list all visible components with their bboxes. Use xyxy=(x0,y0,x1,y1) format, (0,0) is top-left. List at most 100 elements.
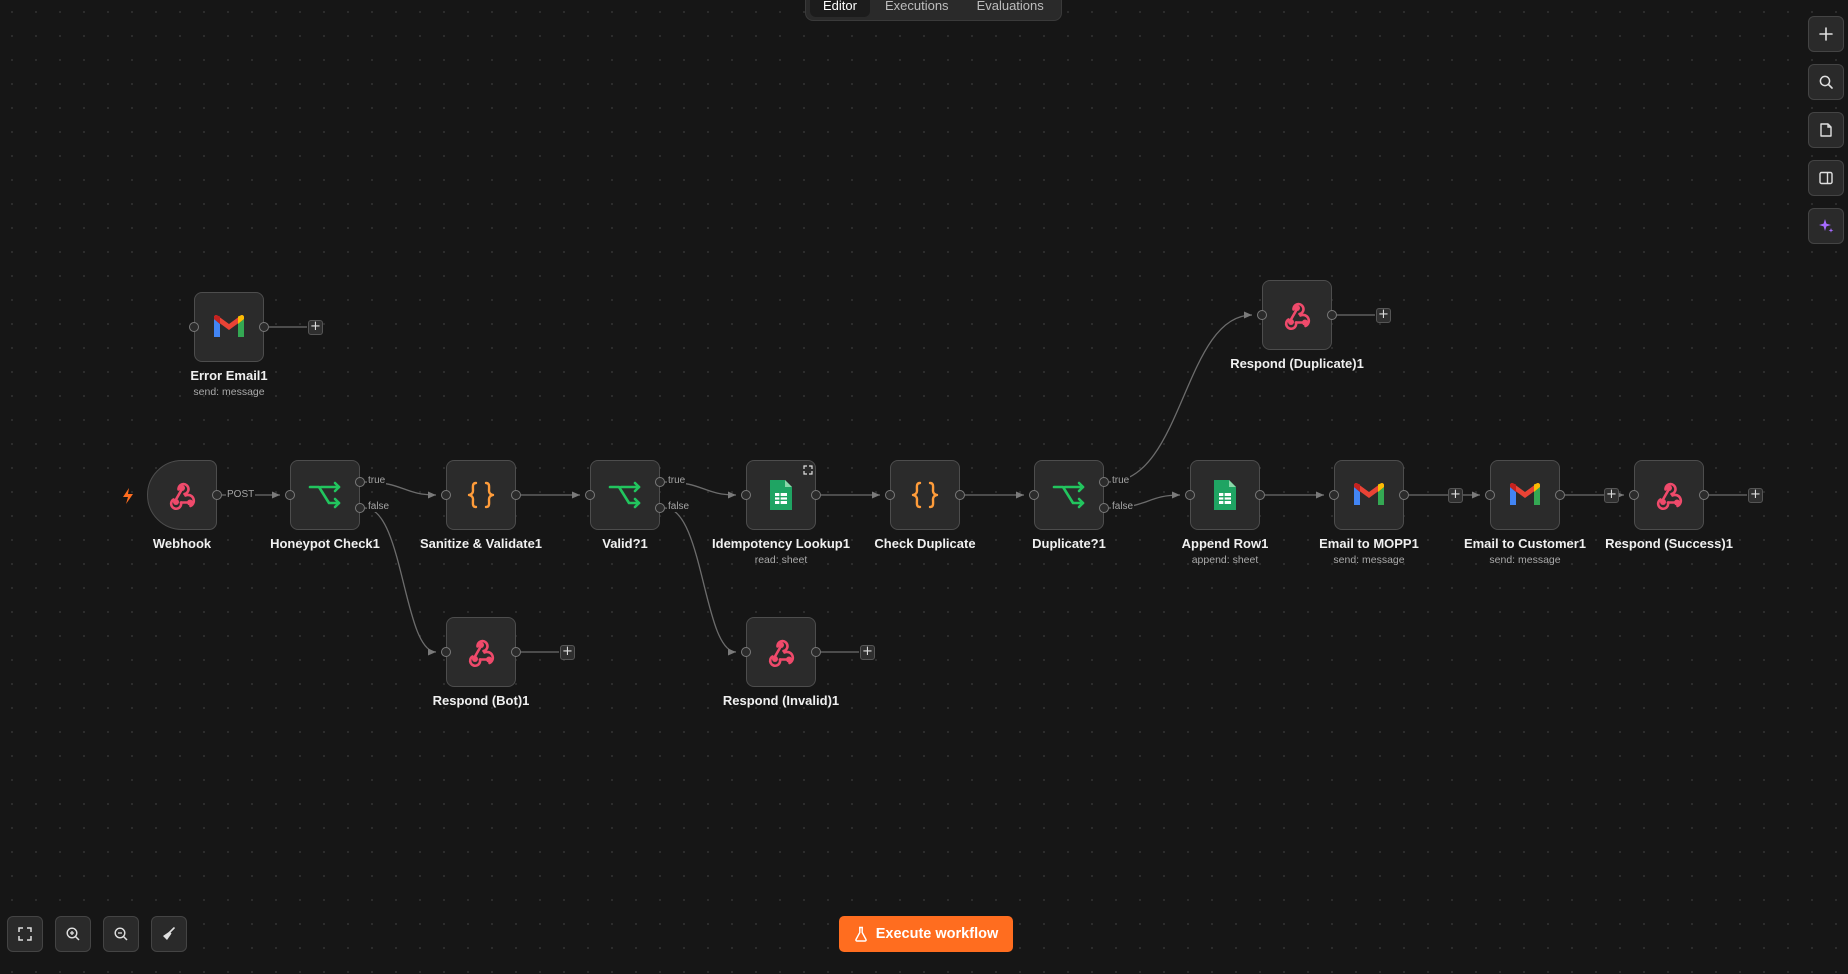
node-respond-bot[interactable] xyxy=(446,617,516,687)
connection-false xyxy=(664,507,737,656)
tab-evaluations[interactable]: Evaluations xyxy=(964,0,1057,17)
input-port[interactable] xyxy=(1257,310,1267,320)
node-sublabel: read: sheet xyxy=(754,554,808,566)
input-port[interactable] xyxy=(1029,490,1039,500)
search-icon xyxy=(1819,75,1833,89)
output-port[interactable] xyxy=(1555,490,1565,500)
code-braces-icon xyxy=(467,481,495,509)
webhook-icon xyxy=(468,639,495,668)
tidy-up-button[interactable] xyxy=(151,916,187,952)
output-port[interactable] xyxy=(511,647,521,657)
input-port[interactable] xyxy=(1629,490,1639,500)
edge-label-true: true xyxy=(667,475,687,486)
flask-icon xyxy=(854,926,867,942)
add-next-node-button[interactable]: + xyxy=(1376,308,1391,323)
node-error-email[interactable] xyxy=(194,292,264,362)
toggle-panel-button[interactable] xyxy=(1808,160,1844,196)
input-port[interactable] xyxy=(441,490,451,500)
output-port[interactable] xyxy=(259,322,269,332)
node-label: Valid?1 xyxy=(602,536,648,551)
node-sublabel: send: message xyxy=(193,386,265,398)
node-label: Duplicate?1 xyxy=(1032,536,1106,551)
output-port-false[interactable] xyxy=(355,503,365,513)
if-branch-icon xyxy=(1052,481,1085,509)
output-port-false[interactable] xyxy=(1099,503,1109,513)
output-port[interactable] xyxy=(212,490,222,500)
node-sublabel: send: message xyxy=(1333,554,1405,566)
edge-label-post: POST xyxy=(226,489,256,500)
node-webhook[interactable] xyxy=(147,460,217,530)
add-next-node-button[interactable]: + xyxy=(1604,488,1619,503)
if-branch-icon xyxy=(308,481,341,509)
output-port[interactable] xyxy=(811,647,821,657)
search-nodes-button[interactable] xyxy=(1808,64,1844,100)
panel-icon xyxy=(1819,171,1833,185)
output-port[interactable] xyxy=(511,490,521,500)
node-label: Respond (Bot)1 xyxy=(432,693,530,708)
node-email-to-customer[interactable] xyxy=(1490,460,1560,530)
add-next-node-button[interactable]: + xyxy=(308,320,323,335)
input-port[interactable] xyxy=(741,647,751,657)
tab-editor[interactable]: Editor xyxy=(810,0,870,17)
node-email-to-mopp[interactable] xyxy=(1334,460,1404,530)
node-respond-invalid[interactable] xyxy=(746,617,816,687)
node-honeypot-check[interactable] xyxy=(290,460,360,530)
input-port[interactable] xyxy=(885,490,895,500)
input-port[interactable] xyxy=(285,490,295,500)
output-port-true[interactable] xyxy=(1099,477,1109,487)
zoom-in-icon xyxy=(66,927,80,941)
workflow-canvas[interactable]: Error Email1 send: message Webhook Honeyp… xyxy=(0,0,1848,974)
output-port[interactable] xyxy=(1699,490,1709,500)
add-node-button[interactable] xyxy=(1808,16,1844,52)
output-port[interactable] xyxy=(1255,490,1265,500)
node-check-duplicate[interactable] xyxy=(890,460,960,530)
execute-workflow-button[interactable]: Execute workflow xyxy=(839,916,1013,952)
edge-label-true: true xyxy=(1111,475,1131,486)
zoom-in-button[interactable] xyxy=(55,916,91,952)
node-append-row[interactable] xyxy=(1190,460,1260,530)
fit-view-button[interactable] xyxy=(7,916,43,952)
gmail-icon xyxy=(1510,483,1540,505)
add-next-node-button[interactable]: + xyxy=(1448,488,1463,503)
google-sheets-icon xyxy=(1214,480,1236,510)
node-valid[interactable] xyxy=(590,460,660,530)
output-port[interactable] xyxy=(955,490,965,500)
edge-label-false: false xyxy=(367,501,391,512)
output-port-true[interactable] xyxy=(355,477,365,487)
plus-icon xyxy=(1819,27,1833,41)
gmail-icon xyxy=(1354,483,1384,505)
add-next-node-button[interactable]: + xyxy=(860,645,875,660)
input-port[interactable] xyxy=(1329,490,1339,500)
input-port[interactable] xyxy=(441,647,451,657)
output-port[interactable] xyxy=(1327,310,1337,320)
tab-executions[interactable]: Executions xyxy=(872,0,962,17)
input-port[interactable] xyxy=(189,322,199,332)
output-port[interactable] xyxy=(1399,490,1409,500)
ai-assistant-button[interactable] xyxy=(1808,208,1844,244)
input-port[interactable] xyxy=(585,490,595,500)
output-port[interactable] xyxy=(811,490,821,500)
node-duplicate[interactable] xyxy=(1034,460,1104,530)
code-braces-icon xyxy=(911,481,939,509)
input-port[interactable] xyxy=(1185,490,1195,500)
output-port-false[interactable] xyxy=(655,503,665,513)
node-label: Respond (Invalid)1 xyxy=(722,693,840,708)
expand-icon[interactable] xyxy=(803,465,813,475)
input-port[interactable] xyxy=(741,490,751,500)
edge-label-false: false xyxy=(1111,501,1135,512)
output-port-true[interactable] xyxy=(655,477,665,487)
add-next-node-button[interactable]: + xyxy=(1748,488,1763,503)
sticky-note-button[interactable] xyxy=(1808,112,1844,148)
input-port[interactable] xyxy=(1485,490,1495,500)
zoom-out-button[interactable] xyxy=(103,916,139,952)
add-next-node-button[interactable]: + xyxy=(560,645,575,660)
node-respond-duplicate[interactable] xyxy=(1262,280,1332,350)
connection-false xyxy=(364,507,437,656)
webhook-icon xyxy=(169,482,196,511)
webhook-icon xyxy=(1284,302,1311,331)
node-respond-success[interactable] xyxy=(1634,460,1704,530)
edge-label-false: false xyxy=(667,501,691,512)
edge-label-true: true xyxy=(367,475,387,486)
node-sanitize-validate[interactable] xyxy=(446,460,516,530)
execute-workflow-label: Execute workflow xyxy=(875,926,999,942)
